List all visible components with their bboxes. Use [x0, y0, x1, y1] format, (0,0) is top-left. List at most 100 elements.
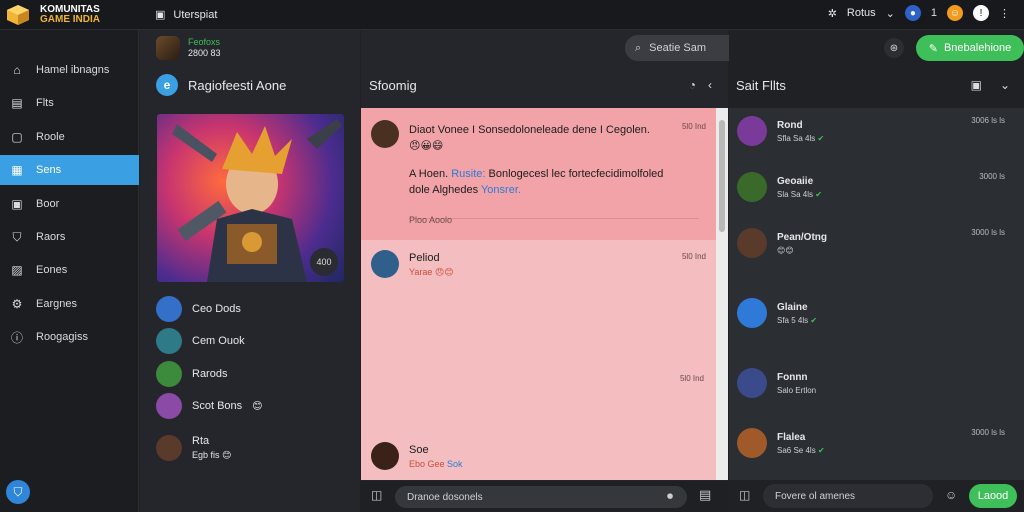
profile-row[interactable]: Feofoxs 2800 83	[156, 36, 221, 60]
emoji-icon: 😠😊	[434, 267, 454, 277]
right-panel-title: Sait Fllts	[736, 78, 786, 93]
chevron-left-icon[interactable]: ‹	[708, 78, 712, 92]
mic-icon[interactable]: ⏺	[667, 489, 673, 504]
list-item[interactable]: Rond Sfla Sa 4ls ✔ 3006 ls ls	[737, 116, 1005, 152]
sidebar-item-info[interactable]: ⓘ Roogagiss	[0, 322, 139, 352]
item-sub: Sla Sa 4ls ✔	[777, 190, 822, 199]
scroll-thumb[interactable]	[719, 120, 725, 232]
avatar	[156, 361, 182, 387]
attach-icon[interactable]: ◫	[739, 488, 750, 502]
profile-text: Feofoxs 2800 83	[188, 37, 221, 59]
notification-count: 1	[930, 7, 937, 19]
feed-scrollbar[interactable]	[716, 108, 728, 480]
chevron-down-icon[interactable]: ⌄	[1000, 78, 1010, 92]
item-sub: Salo Ertlon	[777, 386, 817, 395]
post-author: Peliod	[409, 252, 440, 264]
post[interactable]: Soe Ebo Gee Sok	[371, 442, 706, 478]
primary-action-button[interactable]: ✎ Bnebalehione	[916, 35, 1024, 61]
item-sub: 😊😊	[777, 246, 794, 255]
sidebar-item-shield[interactable]: ⛉ Raors	[0, 222, 139, 252]
hero-badge[interactable]: 400	[310, 248, 338, 276]
check-icon: ✔	[810, 316, 818, 325]
item-name: Fonnn	[777, 372, 808, 383]
member-name: Ceo Dods	[192, 303, 241, 315]
status-dropdown[interactable]: Rotus	[847, 7, 876, 19]
post[interactable]: Diaot Vonee I Sonsedoloneleade dene I Ce…	[371, 120, 706, 230]
window-title-text: Uterspiat	[173, 8, 218, 21]
sidebar-item-image[interactable]: ▨ Eones	[0, 255, 139, 285]
right-compose-bar: ◫ Fovere ol amenes ☺ Laood	[729, 481, 1024, 512]
item-time: 3006 ls ls	[971, 116, 1005, 125]
sidebar-item-label: Flts	[36, 97, 54, 109]
info-icon[interactable]: !	[973, 5, 989, 21]
post-link[interactable]: Yonsrer.	[481, 184, 521, 196]
item-name: Flalea	[777, 432, 806, 443]
list-item[interactable]: Fonnn Salo Ertlon	[737, 368, 1005, 404]
sidebar-item-label: Boor	[36, 198, 60, 210]
logo-icon	[7, 5, 29, 25]
sidebar-item-label: Roole	[36, 131, 65, 143]
list-item[interactable]: Pean/Otng 😊😊 3000 ls ls	[737, 228, 1005, 264]
avatar	[737, 428, 767, 458]
post-line: dole Alghedes Yonsrer.	[409, 182, 689, 198]
hero-image: 400	[157, 114, 344, 282]
top-actions: ⊛ ✎ Bnebalehione	[884, 35, 1024, 61]
sidebar-item-grid[interactable]: ▦ Sens	[0, 155, 139, 185]
right-panel-icons: ▣ ⌄	[971, 78, 1010, 92]
member-item[interactable]: Rta Egb fis 😊	[156, 434, 231, 462]
post-text: Diaot Vonee I Sonsedoloneleade dene I Ce…	[409, 122, 689, 228]
list-item[interactable]: Glaine Sfa 5 4ls ✔	[737, 298, 1005, 334]
avatar	[371, 120, 399, 148]
channel-icon[interactable]: e	[156, 74, 178, 96]
sidebar-item-label: Eargnes	[36, 298, 77, 310]
avatar	[371, 442, 399, 470]
sidebar-item-save[interactable]: ▣ Boor	[0, 189, 139, 219]
emoji-icon[interactable]: ☺	[947, 5, 963, 21]
gear-icon: ⚙	[11, 297, 23, 311]
member-item[interactable]: Cem Ouok	[156, 328, 245, 354]
avatar	[737, 368, 767, 398]
avatar	[371, 250, 399, 278]
share-icon[interactable]: ⊛	[884, 38, 904, 58]
item-name: Geoaiie	[777, 176, 814, 187]
sidebar-item-book[interactable]: ▢ Roole	[0, 122, 139, 152]
avatar	[156, 393, 182, 419]
refresh-icon[interactable]: ◔	[689, 78, 696, 92]
member-name: Rta	[192, 435, 210, 447]
list-scrollbar[interactable]	[1015, 108, 1024, 480]
send-button[interactable]: Laood	[969, 484, 1017, 508]
post-text-part: A Hoen.	[409, 168, 449, 180]
attach-icon[interactable]: ◫	[371, 488, 382, 502]
sidebar-item-home[interactable]: ⌂ Hamel ibnagns	[0, 55, 139, 85]
emoji-icon: 😊	[222, 450, 232, 460]
member-item[interactable]: Ceo Dods	[156, 296, 241, 322]
window-icon[interactable]: ▣	[971, 78, 982, 92]
book-icon: ▢	[11, 130, 23, 144]
shield-icon: ⛉	[12, 229, 22, 244]
list-item[interactable]: Flalea Sa6 Se 4ls ✔ 3000 ls ls	[737, 428, 1005, 464]
emoji-icon[interactable]: ☺	[945, 488, 957, 502]
post-line: Diaot Vonee I Sonsedoloneleade dene I Ce…	[409, 124, 650, 136]
chat-icon[interactable]: ▤	[699, 487, 711, 503]
user-icon[interactable]: ●	[904, 5, 921, 21]
item-time: 3000 ls ls	[971, 228, 1005, 237]
settings-icon[interactable]: ✲	[828, 7, 837, 20]
more-icon[interactable]: ⋮	[999, 7, 1010, 20]
right-message-input[interactable]: Fovere ol amenes	[763, 484, 933, 508]
chevron-down-icon[interactable]: ⌄	[886, 7, 895, 20]
post-link[interactable]: Rusite:	[451, 168, 485, 180]
member-item[interactable]: Scot Bons 😊	[156, 393, 263, 419]
member-item[interactable]: Rarods	[156, 361, 227, 387]
list-item[interactable]: Geoaiie Sla Sa 4ls ✔ 3000 ls	[737, 172, 1005, 208]
message-input[interactable]: Dranoe dosonels	[395, 486, 687, 508]
sidebar-item-list[interactable]: ▤ Flts	[0, 88, 139, 118]
shield-badge-icon[interactable]: ⛉	[6, 480, 30, 504]
avatar	[156, 328, 182, 354]
sidebar-item-settings[interactable]: ⚙ Eargnes	[0, 289, 139, 319]
post-time: 5l0 Ind	[681, 252, 706, 261]
post-link[interactable]: Sok	[447, 459, 463, 469]
member-sub: Egb fis 😊	[192, 448, 231, 462]
emoji-row: 😠😀😄	[409, 140, 444, 152]
window-icon: ▣	[155, 9, 166, 21]
post[interactable]: Peliod Yarae 😠😊 5l0 Ind	[371, 250, 706, 290]
